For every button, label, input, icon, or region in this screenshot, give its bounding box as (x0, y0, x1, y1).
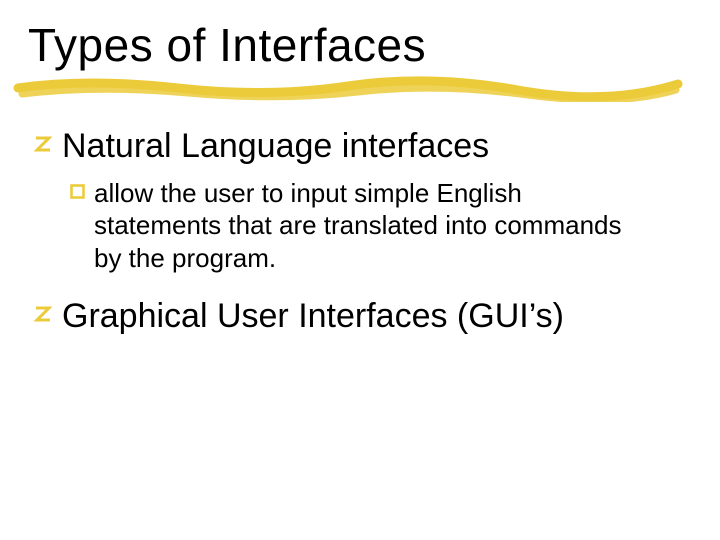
z-bullet-icon (28, 296, 62, 323)
sublist-item: allow the user to input simple English s… (68, 177, 692, 275)
sublist-item-text: allow the user to input simple English s… (94, 177, 654, 275)
list-item: Graphical User Interfaces (GUI’s) (28, 296, 692, 337)
slide: Types of Interfaces Natural Language int… (0, 0, 720, 540)
list-item-text: Natural Language interfaces (62, 126, 489, 167)
z-bullet-icon (28, 126, 62, 153)
title-underline (8, 74, 688, 102)
y-bullet-icon (68, 177, 94, 199)
slide-title: Types of Interfaces (28, 18, 692, 72)
title-wrap: Types of Interfaces (28, 18, 692, 72)
list-item-text: Graphical User Interfaces (GUI’s) (62, 296, 564, 337)
slide-body: Natural Language interfaces allow the us… (28, 126, 692, 337)
list-item: Natural Language interfaces (28, 126, 692, 167)
